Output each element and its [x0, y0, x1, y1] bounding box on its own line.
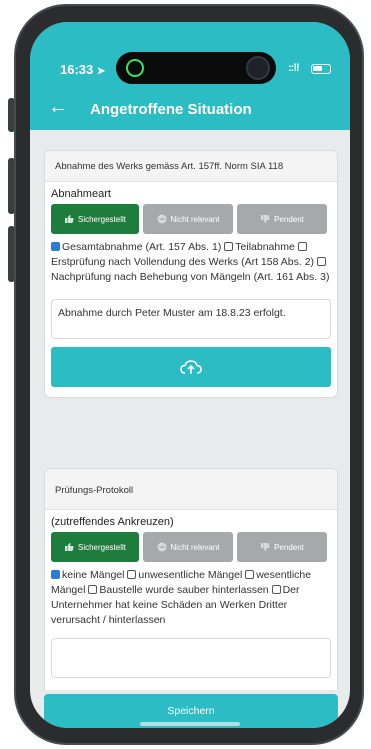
checkbox[interactable]	[271, 585, 281, 594]
checkbox[interactable]	[245, 570, 255, 579]
note-field[interactable]: Abnahme durch Peter Muster am 18.8.23 er…	[51, 299, 331, 339]
abnahme-options: Gesamtabnahme (Art. 157 Abs. 1) Teilabna…	[45, 234, 337, 285]
arrow-left-icon[interactable]: ←	[48, 96, 68, 119]
app-bar: ← Angetroffene Situation	[30, 90, 350, 130]
sichergestellt-button[interactable]: Sichergestellt	[51, 204, 139, 234]
minus-circle-icon	[157, 214, 167, 224]
nicht-relevant-button[interactable]: Nicht relevant	[143, 204, 233, 234]
thumbs-down-icon	[261, 543, 270, 551]
checkbox[interactable]	[297, 242, 307, 251]
card-heading: Prüfungs-Protokoll	[45, 469, 337, 510]
option-baustelle-sauber[interactable]: Baustelle wurde sauber hinterlassen	[88, 584, 269, 596]
location-arrow-icon: ➤	[96, 66, 106, 77]
phone-screen: 16:33 ➤ ::!! ← Angetroffene Situation Ab…	[30, 22, 350, 728]
sichergestellt-button[interactable]: Sichergestellt	[51, 532, 139, 562]
signal-icon: ::!!	[288, 62, 300, 74]
card-abnahme: Abnahme des Werks gemäss Art. 157ff. Nor…	[44, 150, 338, 398]
status-time: 16:33 ➤	[60, 62, 106, 77]
checkbox[interactable]	[51, 242, 60, 251]
section-label: (zutreffendes Ankreuzen)	[51, 516, 174, 528]
cloud-upload-icon	[180, 360, 202, 374]
camera-icon	[246, 56, 270, 80]
status-bar: 16:33 ➤ ::!!	[30, 22, 350, 90]
stage: 16:33 ➤ ::!! ← Angetroffene Situation Ab…	[0, 0, 371, 749]
nicht-relevant-button[interactable]: Nicht relevant	[143, 532, 233, 562]
screen-share-icon	[126, 59, 144, 77]
home-indicator	[140, 722, 240, 726]
battery-icon	[311, 64, 331, 74]
protokoll-options: keine Mängel unwesentliche Mängel wesent…	[45, 562, 337, 628]
card-heading: Abnahme des Werks gemäss Art. 157ff. Nor…	[45, 151, 337, 182]
status-button-group: Sichergestellt Nicht relevant Pendent	[45, 204, 337, 234]
minus-circle-icon	[157, 542, 167, 552]
option-gesamtabnahme[interactable]: Gesamtabnahme (Art. 157 Abs. 1)	[51, 241, 221, 253]
upload-button[interactable]	[51, 347, 331, 387]
status-button-group: Sichergestellt Nicht relevant Pendent	[45, 532, 337, 562]
checkbox[interactable]	[224, 242, 234, 251]
checkbox[interactable]	[316, 257, 326, 266]
page-title: Angetroffene Situation	[90, 101, 252, 118]
section-label: Abnahmeart	[51, 188, 111, 200]
checkbox[interactable]	[51, 570, 60, 579]
thumbs-down-icon	[261, 215, 270, 223]
thumbs-up-icon	[64, 543, 74, 551]
option-unwesentliche-maengel[interactable]: unwesentliche Mängel	[127, 569, 242, 581]
note-field[interactable]	[51, 638, 331, 678]
option-keine-maengel[interactable]: keine Mängel	[51, 569, 124, 581]
card-pruefungs-protokoll: Prüfungs-Protokoll (zutreffendes Ankreuz…	[44, 468, 338, 690]
pendent-button[interactable]: Pendent	[237, 204, 327, 234]
content-scroll[interactable]: Abnahme des Werks gemäss Art. 157ff. Nor…	[30, 130, 350, 690]
option-teilabnahme[interactable]: Teilabnahme	[224, 241, 295, 253]
pendent-button[interactable]: Pendent	[237, 532, 327, 562]
checkbox[interactable]	[88, 585, 98, 594]
thumbs-up-icon	[64, 215, 74, 223]
dynamic-island	[116, 52, 276, 84]
checkbox[interactable]	[127, 570, 137, 579]
